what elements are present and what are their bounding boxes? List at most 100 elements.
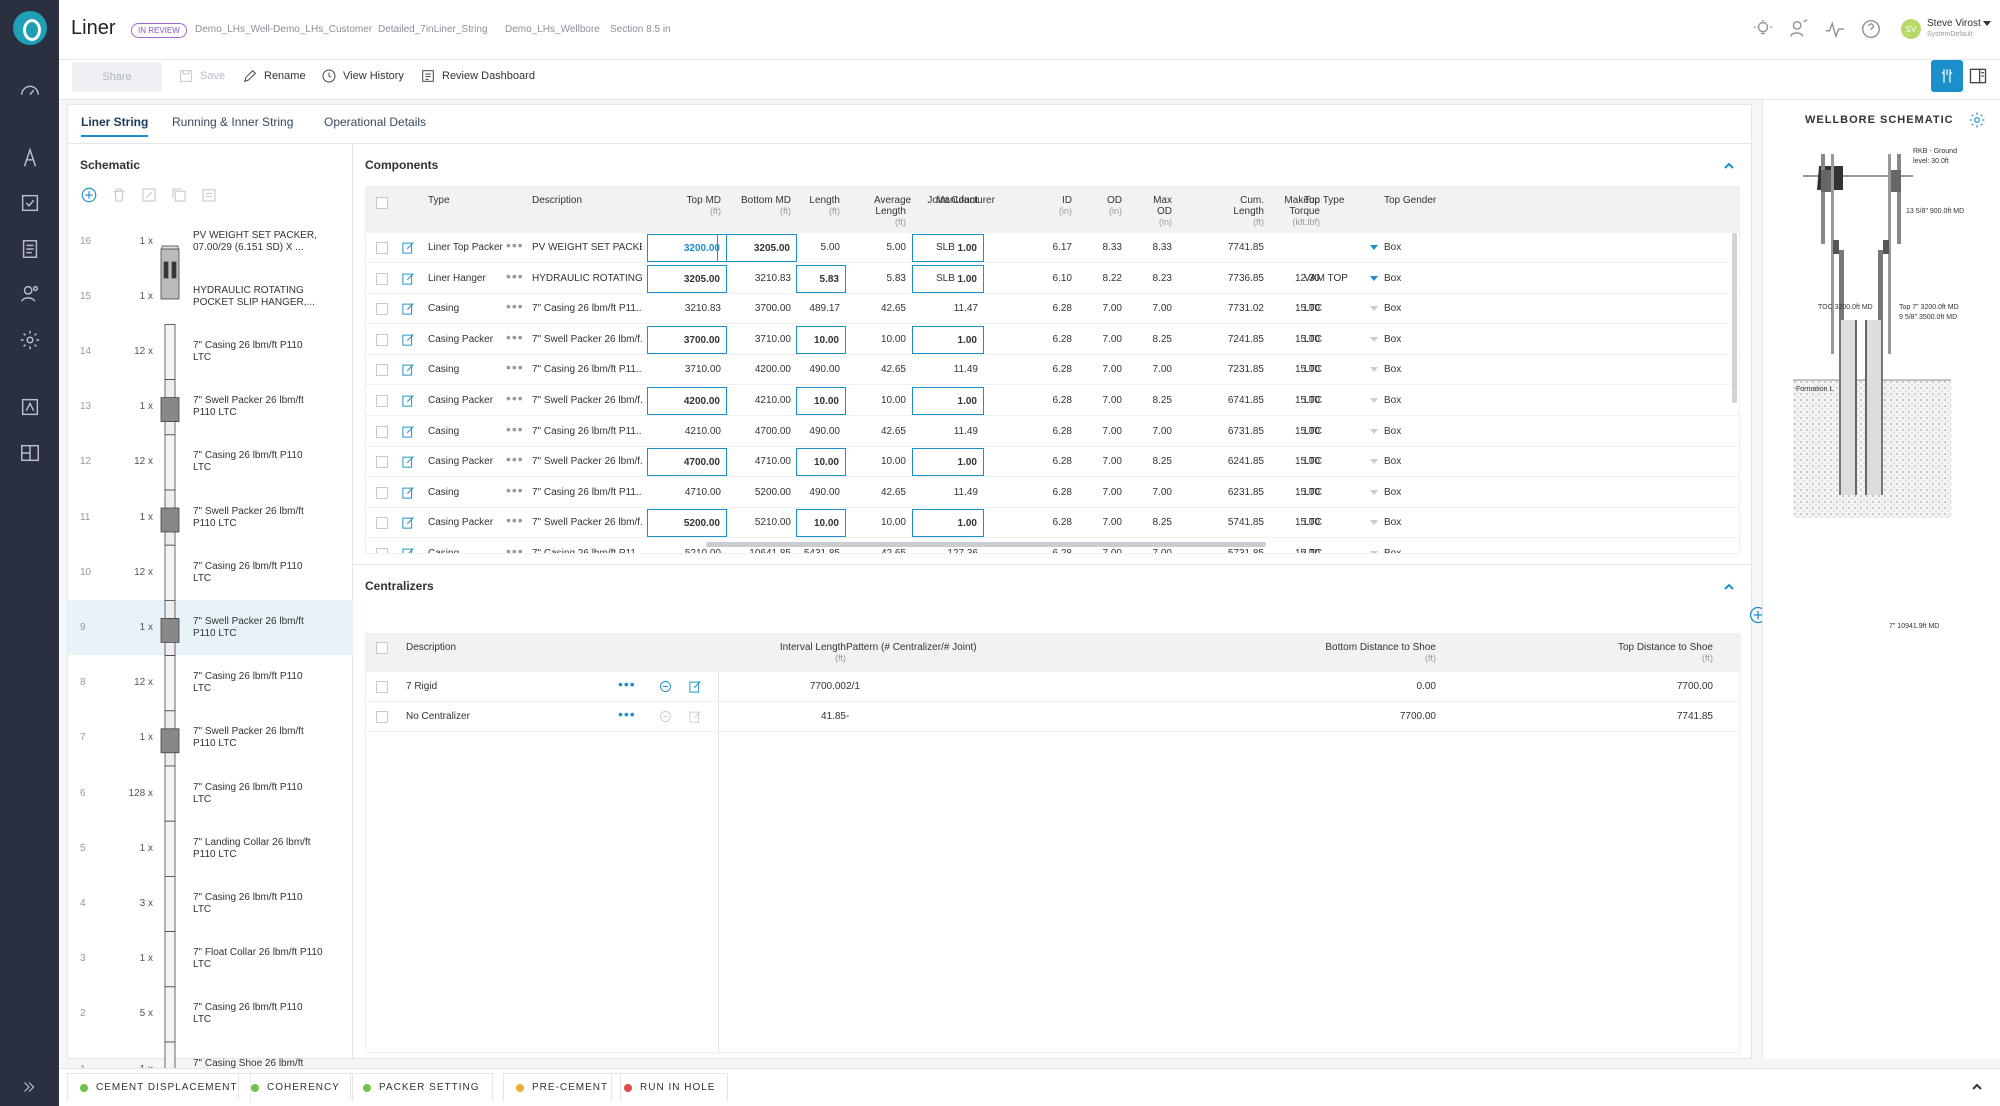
more-options-icon[interactable]: ••• [618,676,638,694]
more-options-icon[interactable]: ••• [506,237,526,255]
schematic-item[interactable]: 2 5 x 7" Casing 26 lbm/ft P110 LTC [68,987,353,1042]
row-checkbox[interactable] [376,333,388,346]
chevron-up-icon[interactable] [1971,1081,1983,1093]
column-header[interactable]: OD (in) [1092,195,1122,217]
table-row[interactable]: Casing Packer ••• 7" Swell Packer 26 lbm/f… [366,325,1739,355]
column-header[interactable]: Top Type [1304,195,1374,206]
row-checkbox[interactable] [376,242,388,254]
edit-row-icon[interactable] [401,546,416,553]
edit-row-icon[interactable] [401,271,416,286]
cell-input[interactable]: 10.00 [796,448,846,477]
column-header[interactable]: Top MD (ft) [651,195,721,217]
cell-input[interactable]: 1.00 [912,448,984,477]
cell-input[interactable]: 3200.00 [647,234,727,262]
cell-input[interactable]: 5.83 [796,264,846,293]
workflow-tab[interactable]: RUN IN HOLE [611,1073,729,1101]
schematic-item[interactable]: 3 1 x 7" Float Collar 26 lbm/ft P110 LTC [68,932,353,987]
row-checkbox[interactable] [376,272,388,285]
help-icon[interactable] [1860,18,1882,40]
cell-input[interactable]: 4700.00 [647,448,727,477]
edit-row-icon[interactable] [688,709,703,724]
vertical-scrollbar[interactable] [1732,233,1737,403]
schematic-item[interactable]: 11 1 x 7" Swell Packer 26 lbm/ft P110 LTC [68,490,353,545]
horizontal-scrollbar[interactable] [706,542,1266,547]
activity-icon[interactable] [1824,18,1846,40]
save-button[interactable]: Save [178,68,225,84]
more-options-icon[interactable]: ••• [506,390,526,408]
wellbore-view-toggle[interactable] [1931,60,1963,92]
table-row[interactable]: Liner Top Packer••• PV WEIGHT SET PACKE..… [366,233,1739,263]
collapse-components-icon[interactable] [1723,160,1735,172]
share-button[interactable]: Share [72,62,162,92]
cell-input[interactable]: 3205.00 [647,264,727,293]
cell-input[interactable]: 10.00 [796,325,846,354]
rename-button[interactable]: Rename [242,68,306,84]
remove-icon[interactable] [658,679,673,694]
more-options-icon[interactable]: ••• [506,298,526,316]
workflow-tab[interactable]: PACKER SETTING [350,1073,493,1101]
schematic-item[interactable]: 12 12 x 7" Casing 26 lbm/ft P110 LTC [68,435,353,490]
schematic-item[interactable]: 9 1 x 7" Swell Packer 26 lbm/ft P110 LTC [68,600,353,656]
route-icon[interactable] [15,143,45,173]
breadcrumb-well[interactable]: Demo_LHs_Well-Demo_LHs_Customer [195,24,372,35]
collapse-centralizers-icon[interactable] [1723,581,1735,593]
workflow-tab[interactable]: COHERENCY [238,1073,353,1101]
schematic-item[interactable]: 7 1 x 7" Swell Packer 26 lbm/ft P110 LTC [68,711,353,766]
copy-icon[interactable] [170,186,188,204]
panel-toggle-icon[interactable] [1968,66,1988,86]
row-checkbox[interactable] [376,548,388,553]
edit-row-icon[interactable] [688,679,703,694]
more-options-icon[interactable]: ••• [506,359,526,377]
chevron-down-icon[interactable] [1370,489,1378,495]
workflow-tab[interactable]: CEMENT DISPLACEMENT [67,1073,251,1101]
add-icon[interactable] [80,186,98,204]
schematic-item[interactable]: 5 1 x 7" Landing Collar 26 lbm/ft P110 LTC [68,821,353,876]
edit-row-icon[interactable] [401,485,416,500]
delete-icon[interactable] [110,186,128,204]
report-icon[interactable] [15,392,45,422]
layout-icon[interactable] [15,438,45,468]
gauge-icon[interactable] [15,76,45,106]
row-checkbox[interactable] [376,456,388,469]
schematic-item[interactable]: 14 12 x 7" Casing 26 lbm/ft P110 LTC [68,324,353,379]
schematic-item[interactable]: 6 128 x 7" Casing 26 lbm/ft P110 LTC [68,766,353,821]
table-row[interactable]: 7 Rigid 7700.00 2/1 0.00 7700.00 ••• [366,672,1741,702]
column-header[interactable]: Interval Length (ft) [696,642,846,664]
edit-row-icon[interactable] [401,301,416,316]
edit-row-icon[interactable] [401,393,416,408]
more-options-icon[interactable]: ••• [506,421,526,439]
table-row[interactable]: Casing ••• 7" Casing 26 lbm/ft P11... 4710.… [366,478,1739,508]
row-checkbox[interactable] [376,681,388,693]
column-header[interactable]: Average Length (ft) [874,195,911,228]
column-header[interactable]: Cum. Length (ft) [1218,195,1264,228]
column-header[interactable]: Description [406,642,566,653]
table-row[interactable]: Casing Packer ••• 7" Swell Packer 26 lbm/f… [366,386,1739,416]
avatar[interactable]: SV [1901,19,1921,39]
table-row[interactable]: Casing Packer ••• 7" Swell Packer 26 lbm/f… [366,447,1739,478]
chevron-down-icon[interactable] [1370,367,1378,373]
chevron-down-icon[interactable] [1370,275,1378,281]
cell-input[interactable]: 4200.00 [647,387,727,415]
more-options-icon[interactable]: ••• [506,543,526,553]
edit-row-icon[interactable] [401,454,416,469]
schematic-item[interactable]: 10 12 x 7" Casing 26 lbm/ft P110 LTC [68,545,353,600]
more-options-icon[interactable]: ••• [618,706,638,724]
chevron-down-icon[interactable] [1370,336,1378,342]
settings-icon[interactable] [15,325,45,355]
gear-icon[interactable] [1968,111,1986,129]
cell-input[interactable]: 1.00 [912,509,984,538]
table-row[interactable]: Casing ••• 7" Casing 26 lbm/ft P11... 3710.… [366,355,1739,386]
workflow-tab[interactable]: PRE-CEMENT [503,1073,622,1101]
row-checkbox[interactable] [376,303,388,316]
lightbulb-icon[interactable] [1752,18,1774,40]
more-options-icon[interactable]: ••• [506,512,526,530]
column-header[interactable]: Top Gender [1384,195,1444,206]
cell-input[interactable]: 5200.00 [647,509,727,538]
edit-row-icon[interactable] [401,424,416,439]
more-options-icon[interactable]: ••• [506,268,526,286]
document-icon[interactable] [15,234,45,264]
paste-icon[interactable] [200,186,218,204]
tab-operational-details[interactable]: Operational Details [324,115,426,129]
table-row[interactable]: Casing ••• 7" Casing 26 lbm/ft P11... 4210.… [366,417,1739,447]
chevron-down-icon[interactable] [1370,520,1378,526]
